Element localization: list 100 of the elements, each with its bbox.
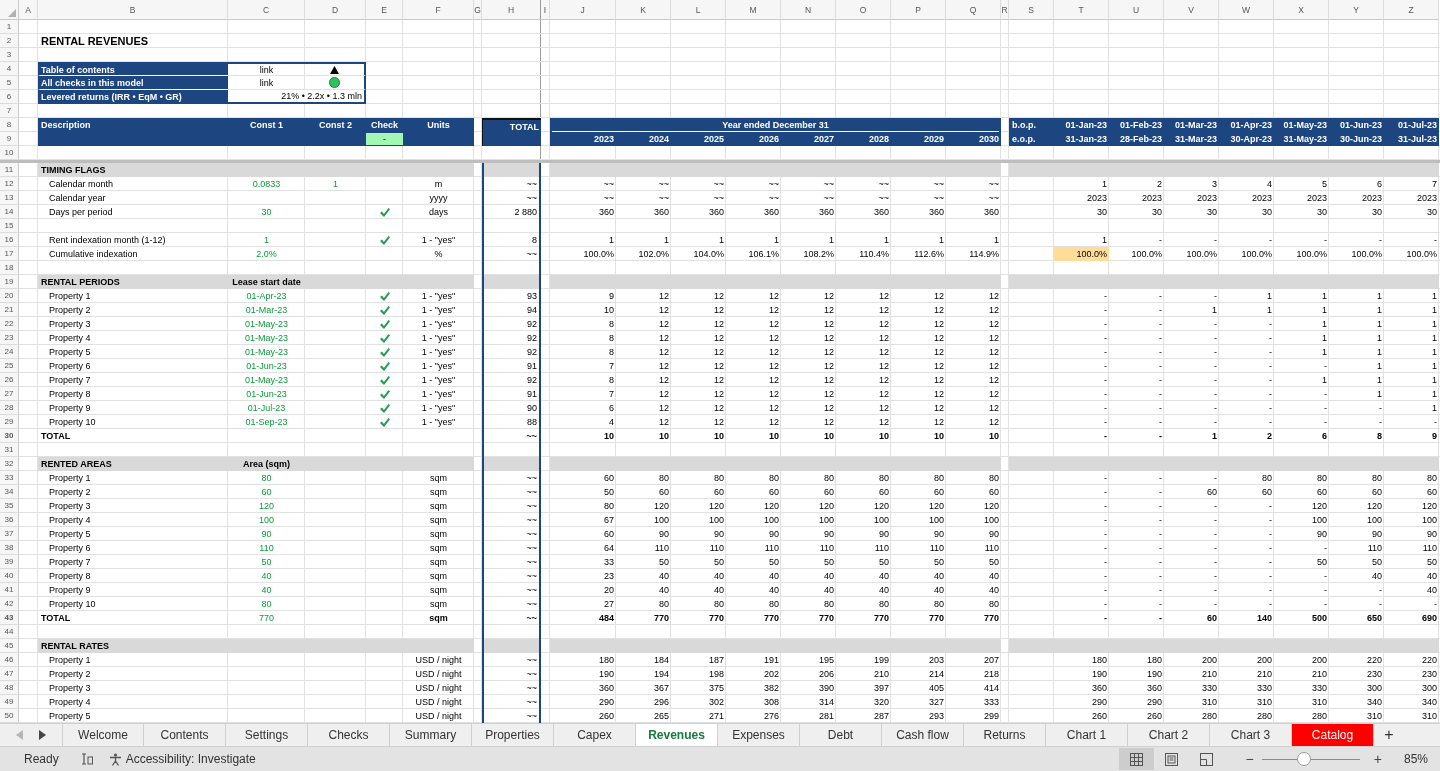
column-letter[interactable]: L [671, 0, 726, 20]
row-number[interactable]: 46 [0, 653, 19, 667]
scroll-right-icon[interactable] [39, 730, 46, 740]
row-number[interactable]: 34 [0, 485, 19, 499]
contents-link[interactable]: link [259, 64, 274, 75]
column-letter[interactable]: B [38, 0, 228, 20]
row-number[interactable]: 35 [0, 499, 19, 513]
sheet-tab[interactable]: Debt [800, 724, 882, 746]
row-number[interactable]: 1 [0, 20, 19, 34]
column-letter[interactable]: X [1274, 0, 1329, 20]
slider-thumb[interactable] [1296, 752, 1311, 766]
text-cursor-icon[interactable] [80, 753, 93, 765]
row-number[interactable]: 5 [0, 76, 19, 90]
monthly-value: 200 [1311, 654, 1327, 666]
row-number[interactable]: 4 [0, 62, 19, 76]
row-number[interactable]: 3 [0, 48, 19, 62]
column-letter[interactable]: A [19, 0, 38, 20]
row-number[interactable]: 45 [0, 639, 19, 653]
row-number[interactable]: 27 [0, 387, 19, 401]
row-number[interactable]: 30 [0, 429, 19, 443]
row-number[interactable]: 47 [0, 667, 19, 681]
column-letter[interactable]: J [550, 0, 616, 20]
row-number[interactable]: 31 [0, 443, 19, 457]
column-letter[interactable]: M [726, 0, 781, 20]
column-letter[interactable]: V [1164, 0, 1219, 20]
row-number[interactable]: 13 [0, 191, 19, 205]
row-number[interactable]: 10 [0, 146, 19, 160]
column-letter[interactable]: N [781, 0, 836, 20]
accessibility-button[interactable]: Accessibility: Investigate [108, 752, 256, 766]
row-number[interactable]: 21 [0, 303, 19, 317]
row-number[interactable]: 16 [0, 233, 19, 247]
row-number[interactable]: 49 [0, 695, 19, 709]
row-number[interactable]: 28 [0, 401, 19, 415]
row-number[interactable]: 33 [0, 471, 19, 485]
column-letter[interactable]: E [366, 0, 403, 20]
column-letter[interactable]: U [1109, 0, 1164, 20]
row-number[interactable]: 40 [0, 569, 19, 583]
add-sheet-button[interactable]: + [1374, 724, 1404, 746]
column-letter[interactable]: W [1219, 0, 1274, 20]
column-letter[interactable]: Y [1329, 0, 1384, 20]
sheet-tab[interactable]: Summary [390, 724, 472, 746]
sheet-tab[interactable]: Chart 1 [1046, 724, 1128, 746]
sheet-tab[interactable]: Contents [144, 724, 226, 746]
row-number[interactable]: 50 [0, 709, 19, 723]
column-letter[interactable]: S [1009, 0, 1054, 20]
column-letter[interactable]: O [836, 0, 891, 20]
row-number[interactable]: 26 [0, 373, 19, 387]
row-number[interactable]: 22 [0, 317, 19, 331]
sheet-tab[interactable]: Checks [308, 724, 390, 746]
normal-view-button[interactable] [1118, 748, 1154, 770]
column-letter[interactable]: T [1054, 0, 1109, 20]
row-number[interactable]: 19 [0, 275, 19, 289]
row-number[interactable]: 23 [0, 331, 19, 345]
row-number[interactable]: 9 [0, 132, 19, 146]
sheet-tab[interactable]: Catalog [1292, 724, 1374, 746]
row-number[interactable]: 8 [0, 118, 19, 132]
row-number[interactable]: 12 [0, 177, 19, 191]
row-number[interactable]: 7 [0, 104, 19, 118]
row-number[interactable]: 17 [0, 247, 19, 261]
column-letter[interactable]: K [616, 0, 671, 20]
sheet-tab[interactable]: Expenses [718, 724, 800, 746]
row-number[interactable]: 32 [0, 457, 19, 471]
annual-value: 50 [659, 556, 669, 568]
column-letter[interactable]: H [482, 0, 541, 20]
row-number[interactable]: 37 [0, 527, 19, 541]
row-number[interactable]: 44 [0, 625, 19, 639]
sheet-tab[interactable]: Chart 2 [1128, 724, 1210, 746]
sheet-tab[interactable]: Cash flow [882, 724, 964, 746]
row-number[interactable]: 18 [0, 261, 19, 275]
column-letter[interactable]: I [541, 0, 550, 20]
sheet-tab[interactable]: Welcome [62, 724, 144, 746]
row-number[interactable]: 20 [0, 289, 19, 303]
zoom-out-button[interactable]: − [1241, 751, 1258, 767]
row-number[interactable]: 43 [0, 611, 19, 625]
row-number[interactable]: 29 [0, 415, 19, 429]
column-letter[interactable]: D [305, 0, 366, 20]
row-number[interactable]: 41 [0, 583, 19, 597]
row-number[interactable]: 2 [0, 34, 19, 48]
column-letter[interactable]: Q [946, 0, 1001, 20]
column-letter[interactable]: C [228, 0, 305, 20]
row-number[interactable]: 11 [0, 163, 19, 177]
row-number[interactable]: 42 [0, 597, 19, 611]
row-number[interactable]: 36 [0, 513, 19, 527]
checks-link[interactable]: link [259, 77, 274, 88]
sheet-tab[interactable]: Settings [226, 724, 308, 746]
row-number[interactable]: 6 [0, 90, 19, 104]
row-number[interactable]: 15 [0, 219, 19, 233]
column-letter[interactable]: Z [1384, 0, 1439, 20]
sheet-tab[interactable]: Properties [472, 724, 554, 746]
sheet-tab[interactable]: Revenues [636, 724, 718, 746]
column-letter[interactable]: P [891, 0, 946, 20]
row-number[interactable]: 38 [0, 541, 19, 555]
zoom-in-button[interactable]: + [1369, 751, 1386, 767]
row-number[interactable]: 24 [0, 345, 19, 359]
column-letter[interactable]: F [403, 0, 474, 20]
row-number[interactable]: 25 [0, 359, 19, 373]
row-number[interactable]: 14 [0, 205, 19, 219]
row-number[interactable]: 39 [0, 555, 19, 569]
sheet-tab[interactable]: Returns [964, 724, 1046, 746]
row-number[interactable]: 48 [0, 681, 19, 695]
